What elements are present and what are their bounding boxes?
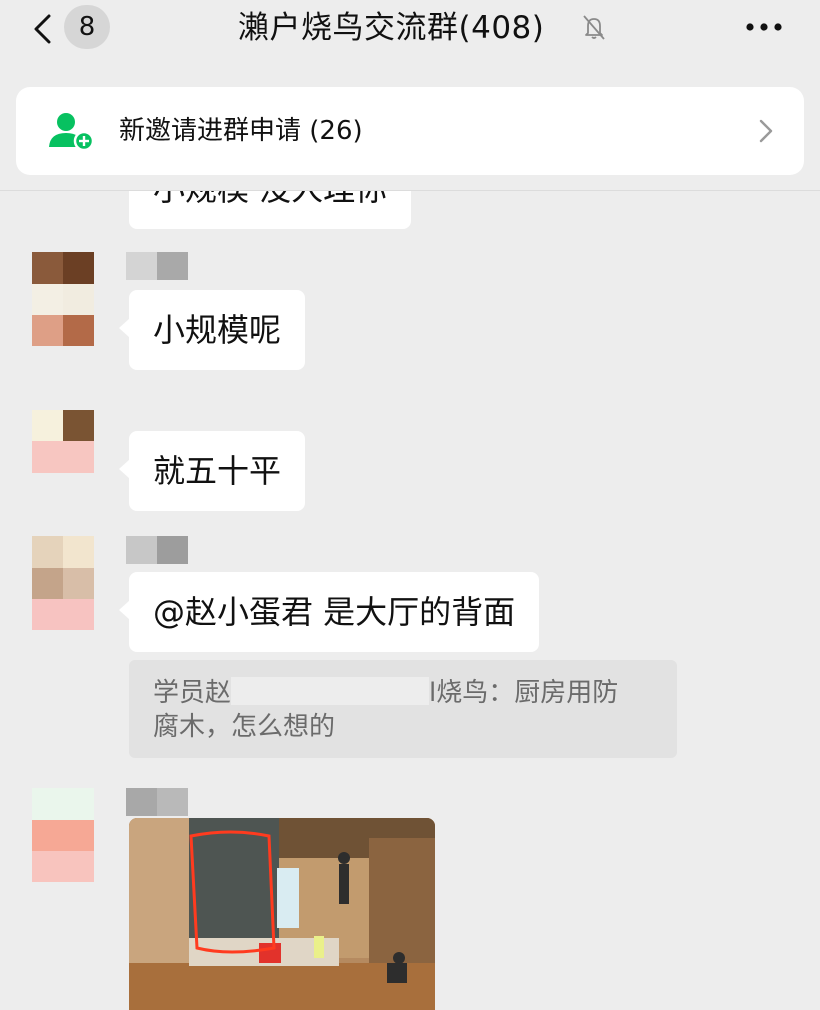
more-icon[interactable] xyxy=(744,20,784,34)
message-bubble[interactable]: 小规模 没人理你 xyxy=(129,191,412,229)
quote-text-suffix: l烧鸟：厨房用防 xyxy=(429,678,619,708)
add-member-icon xyxy=(49,113,94,151)
message-text: 小规模 没人理你 xyxy=(153,191,387,208)
sender-name-blurred xyxy=(126,788,188,816)
message-bubble[interactable]: 就五十平 xyxy=(118,431,306,511)
divider xyxy=(0,190,820,191)
message-bubble[interactable]: @赵小蛋君 是大厅的背面 xyxy=(118,572,540,652)
join-request-text: 新邀请进群申请 (26) xyxy=(119,116,363,146)
kitchen-photo xyxy=(129,818,435,1010)
message-bubble[interactable]: 小规模呢 xyxy=(118,290,306,370)
message-text: @赵小蛋君 是大厅的背面 xyxy=(153,593,516,631)
avatar[interactable] xyxy=(24,191,86,201)
blurred-name xyxy=(231,677,430,705)
chevron-right-icon xyxy=(759,119,773,143)
sender-name-blurred xyxy=(126,536,188,564)
image-message[interactable] xyxy=(129,818,435,1010)
quote-text-line2: 腐木，怎么想的 xyxy=(153,712,336,742)
nav-bar: 8 瀨户烧鸟交流群(408) xyxy=(0,0,820,62)
avatar[interactable] xyxy=(32,410,94,473)
chevron-left-icon[interactable] xyxy=(30,14,56,44)
avatar[interactable] xyxy=(32,252,94,346)
avatar[interactable] xyxy=(32,788,94,882)
message-text: 就五十平 xyxy=(153,452,282,490)
page-title: 瀨户烧鸟交流群(408) xyxy=(238,10,545,46)
sender-name-blurred xyxy=(126,252,188,280)
message-text: 小规模呢 xyxy=(153,311,282,349)
bell-muted-icon xyxy=(583,15,605,40)
quote-text-prefix: 学员赵 xyxy=(153,678,232,708)
unread-count-badge[interactable]: 8 xyxy=(64,5,110,49)
quoted-message[interactable]: 学员赵 l烧鸟：厨房用防 腐木，怎么想的 xyxy=(129,660,677,758)
join-request-notice[interactable]: 新邀请进群申请 (26) xyxy=(16,87,804,175)
avatar[interactable] xyxy=(32,536,94,630)
